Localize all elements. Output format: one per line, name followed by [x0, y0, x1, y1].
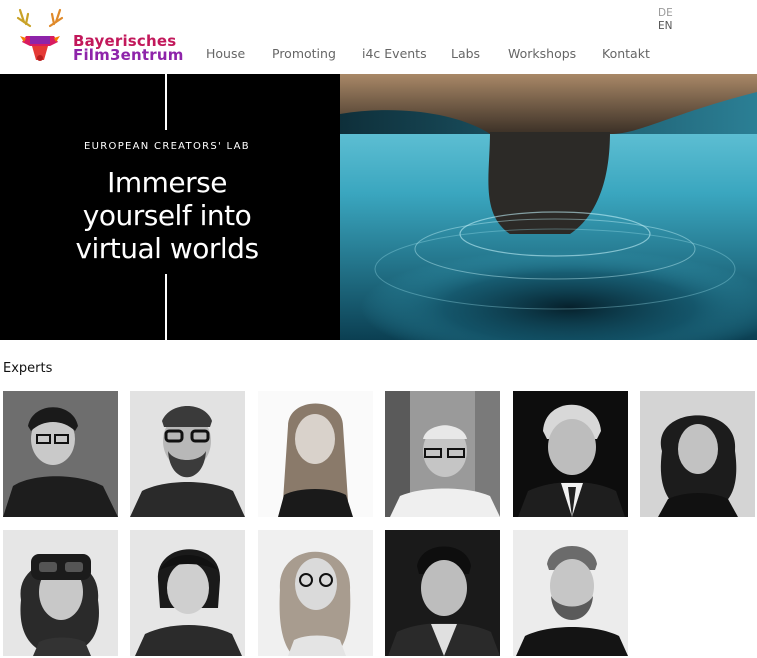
hero-text-panel: EUROPEAN CREATORS' LAB Immerse yourself …	[0, 74, 340, 340]
brand-wordmark[interactable]: Bayerisches Film3entrum	[73, 34, 184, 64]
nav-item-house[interactable]: House	[206, 46, 245, 61]
hero-banner: EUROPEAN CREATORS' LAB Immerse yourself …	[0, 74, 757, 340]
hero-headline-line-1: Immerse	[107, 166, 227, 199]
expert-photo-11[interactable]	[513, 530, 628, 656]
hero-headline-line-2: yourself into	[82, 199, 252, 232]
expert-photo-2[interactable]	[130, 391, 245, 517]
deer-logo-icon[interactable]	[6, 6, 76, 66]
expert-photo-5[interactable]	[513, 391, 628, 517]
expert-photo-9[interactable]	[258, 530, 373, 656]
hero-headline: Immerse yourself into virtual worlds	[0, 166, 334, 265]
nav-item-labs[interactable]: Labs	[451, 46, 480, 61]
expert-photo-4[interactable]	[385, 391, 500, 517]
lang-en[interactable]: EN	[658, 20, 673, 33]
hero-headline-line-3: virtual worlds	[75, 232, 259, 265]
expert-photo-1[interactable]	[3, 391, 118, 517]
brand-line-2: Film3entrum	[73, 46, 184, 64]
nav-item-workshops[interactable]: Workshops	[508, 46, 576, 61]
experts-heading: Experts	[3, 361, 53, 376]
expert-photo-3[interactable]	[258, 391, 373, 517]
site-header: Bayerisches Film3entrum House Promoting …	[0, 0, 757, 74]
lang-de[interactable]: DE	[658, 7, 673, 20]
hero-divider-top	[165, 74, 167, 130]
hero-divider-bottom	[165, 274, 167, 340]
expert-photo-6[interactable]	[640, 391, 755, 517]
hero-image	[340, 74, 757, 340]
expert-photo-10[interactable]	[385, 530, 500, 656]
nav-item-i4c-events[interactable]: i4c Events	[362, 46, 427, 61]
language-switcher: DE EN	[658, 7, 673, 33]
nav-item-kontakt[interactable]: Kontakt	[602, 46, 650, 61]
nav-item-promoting[interactable]: Promoting	[272, 46, 336, 61]
hero-kicker: EUROPEAN CREATORS' LAB	[84, 141, 250, 152]
expert-photo-8[interactable]	[130, 530, 245, 656]
expert-photo-7[interactable]	[3, 530, 118, 656]
